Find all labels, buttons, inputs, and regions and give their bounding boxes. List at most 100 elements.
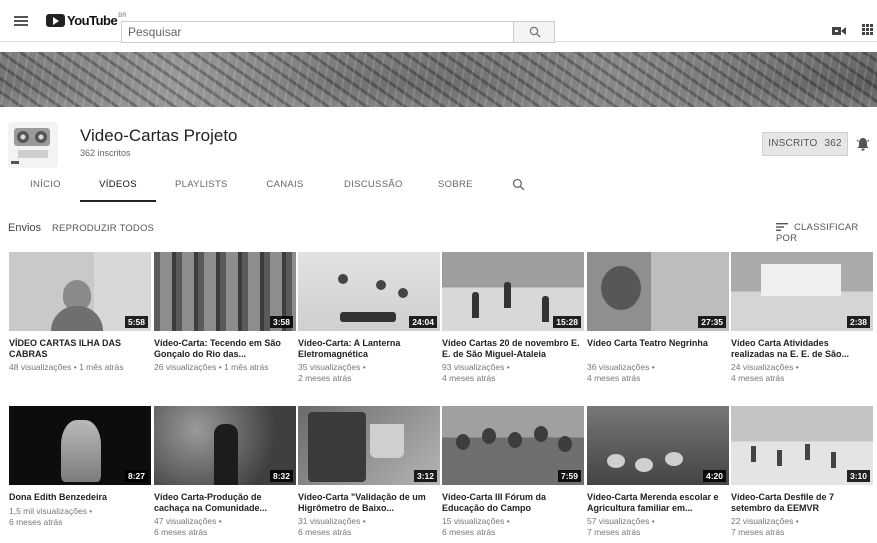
video-meta: 93 visualizações • 4 meses atrás [442,362,584,384]
tab-videos[interactable]: VÍDEOS [80,178,156,202]
video-age: 4 meses atrás [587,373,641,383]
video-thumbnail[interactable]: 5:58 [9,252,151,331]
sort-label: CLASSIFICAR POR [776,222,859,244]
video-duration: 7:59 [557,470,581,482]
video-age: 7 meses atrás [587,527,641,537]
video-views: 57 visualizações • [587,516,655,526]
video-thumbnail[interactable]: 8:27 [9,406,151,485]
video-title[interactable]: Vídeo-Carta Merenda escolar e Agricultur… [587,492,729,514]
masthead: YouTube BR Pesquisar [0,0,877,43]
video-meta: 31 visualizações • 6 meses atrás [298,516,440,538]
video-views: 36 visualizações • [587,362,655,372]
sort-icon [776,223,788,232]
video-meta: 22 visualizações • 7 meses atrás [731,516,873,538]
search-input[interactable]: Pesquisar [121,21,513,43]
channel-search-icon[interactable] [512,178,525,191]
video-age: 4 meses atrás [731,373,785,383]
video-duration: 3:58 [269,316,293,328]
video-meta: 57 visualizações • 7 meses atrás [587,516,729,538]
video-meta: 35 visualizações • 2 meses atrás [298,362,440,384]
video-meta: 26 visualizações • 1 mês atrás [154,362,296,373]
uploads-title: Envios [8,222,42,234]
video-thumbnail[interactable]: 3:10 [731,406,873,485]
channel-avatar[interactable] [8,122,58,168]
video-views: 1,5 mil visualizações • [9,506,93,516]
video-duration: 3:10 [846,470,870,482]
video-thumbnail[interactable]: 24:04 [298,252,440,331]
video-meta: 36 visualizações • 4 meses atrás [587,362,729,384]
video-duration: 8:27 [124,470,148,482]
video-age: 6 meses atrás [154,527,208,537]
video-age: 6 meses atrás [442,527,496,537]
logo-region: BR [118,13,127,19]
play-all-button[interactable]: REPRODUZIR TODOS [52,223,154,234]
video-title[interactable]: Vídeo-Carta: A Lanterna Eletromagnética [298,338,440,360]
video-duration: 4:20 [702,470,726,482]
video-duration: 2:38 [846,316,870,328]
apps-grid-icon[interactable] [862,24,873,35]
tab-playlists[interactable]: PLAYLISTS [175,178,227,202]
video-title[interactable]: Vídeo Carta Teatro Negrinha [587,338,729,349]
video-age: 4 meses atrás [442,373,496,383]
logo-text: YouTube [67,12,118,28]
video-title[interactable]: Vídeo-Carta Desfile de 7 setembro da EEM… [731,492,873,514]
channel-banner [0,52,877,107]
subscribed-button[interactable]: INSCRITO 362 [762,132,848,156]
uploads-header: Envios REPRODUZIR TODOS CLASSIFICAR POR [0,218,877,244]
video-views: 35 visualizações • [298,362,366,372]
video-age: 6 meses atrás [9,517,63,527]
video-thumbnail[interactable]: 4:20 [587,406,729,485]
video-title[interactable]: Vídeo Carta Atividades realizadas na E. … [731,338,873,360]
search-icon [529,26,541,38]
tab-sobre[interactable]: SOBRE [438,178,472,202]
subscribed-label: INSCRITO [768,138,818,149]
video-title[interactable]: Vídeo-Carta: Tecendo em São Gonçalo do R… [154,338,296,360]
video-views: 31 visualizações • [298,516,366,526]
notification-bell-icon[interactable] [856,137,870,151]
channel-tabs: INÍCIO VÍDEOS PLAYLISTS CANAIS DISCUSSÃO… [0,178,877,202]
video-views: 15 visualizações • [442,516,510,526]
video-views: 26 visualizações • 1 mês atrás [154,362,269,372]
video-title[interactable]: VÍDEO CARTAS ILHA DAS CABRAS [9,338,151,360]
video-meta: 24 visualizações • 4 meses atrás [731,362,873,384]
upload-video-icon[interactable] [832,26,846,36]
video-title[interactable]: Vídeo-Carta III Fórum da Educação do Cam… [442,492,584,514]
sort-button[interactable]: CLASSIFICAR POR [776,222,877,244]
video-duration: 3:12 [413,470,437,482]
video-age: 2 meses atrás [298,373,352,383]
video-duration: 5:58 [124,316,148,328]
video-title[interactable]: Dona Edith Benzedeira [9,492,151,503]
video-title[interactable]: Vídeo Cartas 20 de novembro E. E. de São… [442,338,584,360]
video-thumbnail[interactable]: 2:38 [731,252,873,331]
tab-canais[interactable]: CANAIS [266,178,304,202]
subscribed-count: 362 [824,138,842,149]
video-meta: 48 visualizações • 1 mês atrás [9,362,151,373]
video-meta: 15 visualizações • 6 meses atrás [442,516,584,538]
video-thumbnail[interactable]: 27:35 [587,252,729,331]
play-logo-icon [46,13,65,27]
search-button[interactable] [513,21,555,43]
video-title[interactable]: Vídeo-Carta "Validação de um Higrômetro … [298,492,440,514]
video-meta: 47 visualizações • 6 meses atrás [154,516,296,538]
tab-inicio[interactable]: INÍCIO [30,178,61,202]
menu-icon[interactable] [14,16,28,26]
video-duration: 24:04 [409,316,437,328]
video-views: 93 visualizações • [442,362,510,372]
video-views: 24 visualizações • [731,362,799,372]
channel-title: Video-Cartas Projeto [80,126,238,145]
video-thumbnail[interactable]: 3:12 [298,406,440,485]
youtube-logo[interactable]: YouTube BR [46,11,127,29]
video-views: 48 visualizações • 1 mês atrás [9,362,124,372]
video-duration: 27:35 [698,316,726,328]
video-thumbnail[interactable]: 3:58 [154,252,296,331]
video-age: 6 meses atrás [298,527,352,537]
tab-discussao[interactable]: DISCUSSÃO [344,178,402,202]
video-title[interactable]: Vídeo Carta-Produção de cachaça na Comun… [154,492,296,514]
video-thumbnail[interactable]: 7:59 [442,406,584,485]
video-thumbnail[interactable]: 8:32 [154,406,296,485]
video-age: 7 meses atrás [731,527,785,537]
subscriber-count: 362 inscritos [80,148,131,158]
video-thumbnail[interactable]: 15:28 [442,252,584,331]
video-meta: 1,5 mil visualizações • 6 meses atrás [9,506,151,528]
video-duration: 15:28 [553,316,581,328]
